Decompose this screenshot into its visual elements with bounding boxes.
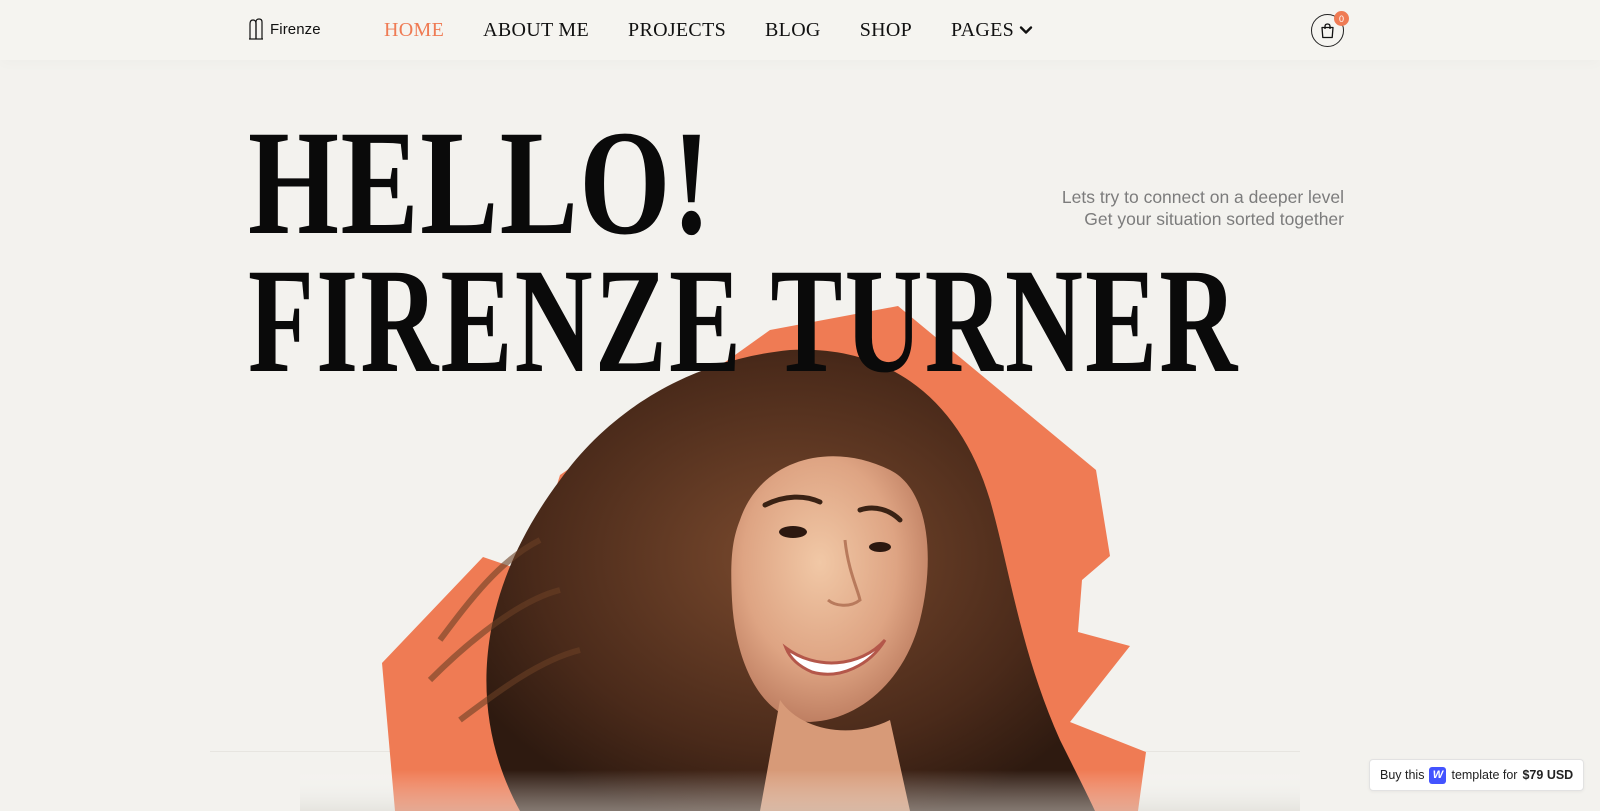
buy-badge-price: $79 USD <box>1522 768 1574 782</box>
buy-template-badge[interactable]: Buy this W template for $79 USD <box>1369 759 1585 791</box>
buy-badge-prefix: Buy this <box>1380 768 1425 782</box>
webflow-icon: W <box>1429 766 1447 784</box>
portrait-eye-right <box>869 542 891 552</box>
hero-portrait <box>300 306 1300 811</box>
hero-title-line-2: FIRENZE TURNER <box>248 238 1240 404</box>
buy-badge-middle: template for <box>1451 768 1518 782</box>
portrait-eye-left <box>779 526 807 538</box>
hero-title-line-1: HELLO! <box>248 100 713 266</box>
floor-fade <box>300 770 1300 811</box>
